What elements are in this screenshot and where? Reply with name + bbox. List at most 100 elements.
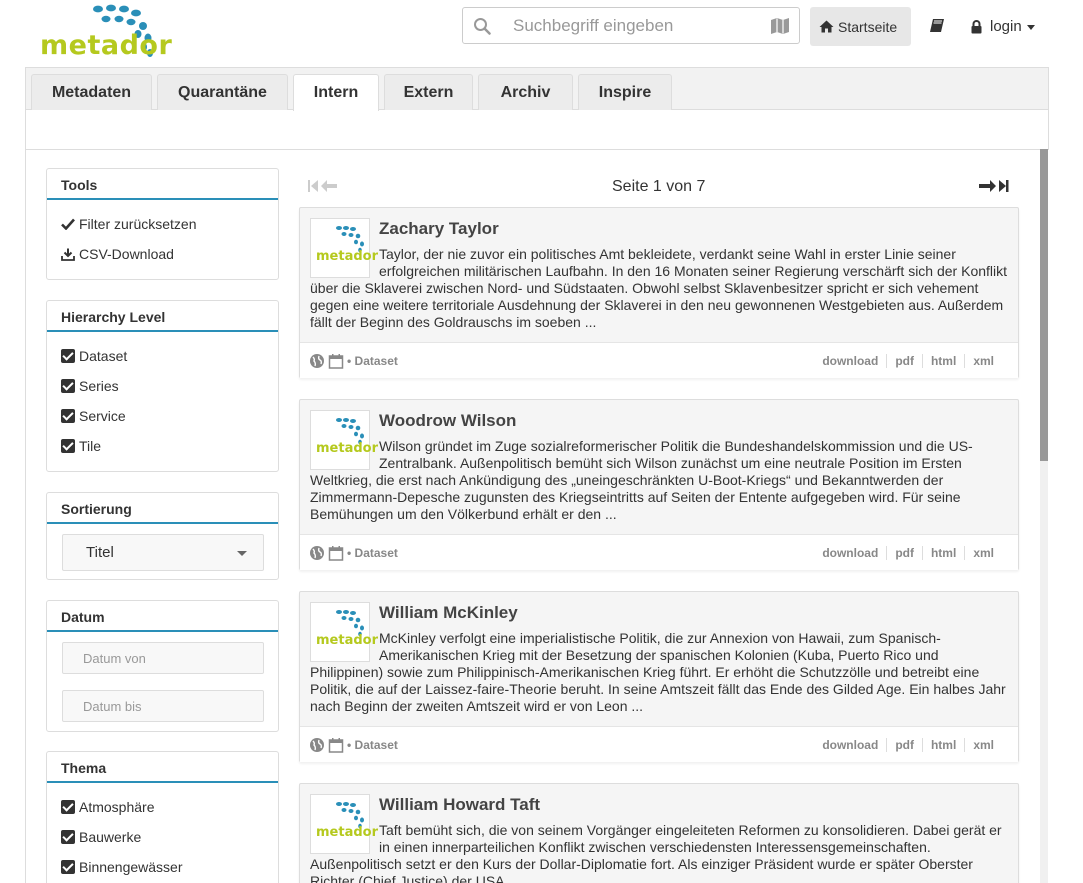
reset-filter-label: Filter zurücksetzen xyxy=(79,216,197,232)
html-link[interactable]: html xyxy=(921,738,964,752)
search-box xyxy=(462,7,800,44)
download-link[interactable]: download xyxy=(814,738,886,752)
result-type: • Dataset xyxy=(347,738,398,752)
checkbox-checked[interactable] xyxy=(61,409,75,423)
globe-icon[interactable] xyxy=(309,737,325,753)
tab-bar: Metadaten Quarantäne Intern Extern Archi… xyxy=(26,68,1048,111)
result-description: Taylor, der nie zuvor ein politisches Am… xyxy=(310,246,1008,330)
result-description: Wilson gründet im Zuge sozialreformerisc… xyxy=(310,438,973,522)
tab-archiv[interactable]: Archiv xyxy=(478,74,573,110)
result-title[interactable]: Zachary Taylor xyxy=(379,219,499,239)
sort-select[interactable]: Titel xyxy=(62,534,264,571)
prev-page-icon[interactable] xyxy=(321,180,337,192)
pager-next-group xyxy=(978,179,1010,198)
option-label: Tile xyxy=(79,438,102,454)
lock-icon xyxy=(971,19,982,33)
calendar-icon[interactable] xyxy=(328,545,344,561)
chevron-down-icon xyxy=(237,551,247,556)
metador-logo[interactable]: metador xyxy=(40,4,172,62)
csv-download-link[interactable]: CSV-Download xyxy=(61,246,174,262)
download-link[interactable]: download xyxy=(814,546,886,560)
globe-icon[interactable] xyxy=(309,353,325,369)
chevron-down-icon xyxy=(1026,25,1035,30)
first-page-icon[interactable] xyxy=(308,180,318,192)
tab-panel: Metadaten Quarantäne Intern Extern Archi… xyxy=(25,67,1049,150)
result-card: metador Woodrow Wilson Wilson gründet im… xyxy=(299,399,1019,570)
pdf-link[interactable]: pdf xyxy=(886,354,922,368)
xml-link[interactable]: xml xyxy=(964,354,1002,368)
calendar-icon[interactable] xyxy=(328,737,344,753)
tools-title: Tools xyxy=(47,169,278,200)
calendar-icon[interactable] xyxy=(328,353,344,369)
pager-text: Seite 1 von 7 xyxy=(612,178,706,195)
result-card: metador William Howard Taft Taft bemüht … xyxy=(299,783,1019,883)
tab-quarantaene[interactable]: Quarantäne xyxy=(157,74,288,110)
search-input[interactable] xyxy=(513,10,763,41)
checkbox-checked[interactable] xyxy=(61,830,75,844)
reset-filter-link[interactable]: Filter zurücksetzen xyxy=(61,216,196,232)
hierarchy-option-dataset[interactable]: Dataset xyxy=(61,348,127,364)
option-label: Binnengewässer xyxy=(79,859,183,875)
result-card: metador Zachary Taylor Taylor, der nie z… xyxy=(299,207,1019,378)
tab-metadaten[interactable]: Metadaten xyxy=(31,74,152,110)
checkbox-checked[interactable] xyxy=(61,379,75,393)
theme-title: Thema xyxy=(47,752,278,783)
login-dropdown[interactable]: login xyxy=(971,18,1035,35)
book-icon[interactable] xyxy=(929,18,945,34)
option-label: Service xyxy=(79,408,126,424)
hierarchy-option-tile[interactable]: Tile xyxy=(61,438,101,454)
date-to-input[interactable]: Datum bis xyxy=(62,690,264,722)
hierarchy-option-service[interactable]: Service xyxy=(61,408,126,424)
result-description: Taft bemüht sich, die von seinem Vorgäng… xyxy=(310,822,1002,883)
date-from-input[interactable]: Datum von xyxy=(62,642,264,674)
theme-option-atmosphaere[interactable]: Atmosphäre xyxy=(61,799,154,815)
home-icon xyxy=(819,20,834,33)
home-button[interactable]: Startseite xyxy=(810,7,911,46)
next-page-icon[interactable] xyxy=(979,180,996,192)
result-description: McKinley verfolgt eine imperialistische … xyxy=(310,630,1006,714)
globe-icon[interactable] xyxy=(309,545,325,561)
scrollbar[interactable] xyxy=(1040,149,1048,883)
result-type: • Dataset xyxy=(347,354,398,368)
option-label: Bauwerke xyxy=(79,829,142,845)
xml-link[interactable]: xml xyxy=(964,546,1002,560)
html-link[interactable]: html xyxy=(921,354,964,368)
date-title: Datum xyxy=(47,601,278,632)
result-footer: • Dataset download pdf html xml xyxy=(300,534,1018,570)
theme-option-bauwerke[interactable]: Bauwerke xyxy=(61,829,141,845)
pdf-link[interactable]: pdf xyxy=(886,546,922,560)
download-link[interactable]: download xyxy=(814,354,886,368)
search-icon[interactable] xyxy=(473,17,491,35)
xml-link[interactable]: xml xyxy=(964,738,1002,752)
last-page-icon[interactable] xyxy=(999,180,1009,192)
hierarchy-panel: Hierarchy Level Dataset Series Service T… xyxy=(46,300,279,472)
download-icon xyxy=(61,248,75,261)
tab-extern[interactable]: Extern xyxy=(384,74,473,110)
map-icon[interactable] xyxy=(770,17,790,35)
html-link[interactable]: html xyxy=(921,546,964,560)
scrollbar-thumb[interactable] xyxy=(1040,149,1048,461)
check-icon xyxy=(61,218,75,230)
pager-prev-group xyxy=(307,179,339,198)
hierarchy-option-series[interactable]: Series xyxy=(61,378,119,394)
login-label: login xyxy=(990,18,1022,35)
result-title[interactable]: Woodrow Wilson xyxy=(379,411,516,431)
checkbox-checked[interactable] xyxy=(61,349,75,363)
result-title[interactable]: William Howard Taft xyxy=(379,795,540,815)
pdf-link[interactable]: pdf xyxy=(886,738,922,752)
checkbox-checked[interactable] xyxy=(61,800,75,814)
tab-intern[interactable]: Intern xyxy=(293,74,379,111)
home-label: Startseite xyxy=(838,18,898,35)
theme-option-binnengewaesser[interactable]: Binnengewässer xyxy=(61,859,183,875)
tab-inspire[interactable]: Inspire xyxy=(578,74,672,110)
hierarchy-title: Hierarchy Level xyxy=(47,301,278,332)
result-title[interactable]: William McKinley xyxy=(379,603,518,623)
checkbox-checked[interactable] xyxy=(61,860,75,874)
checkbox-checked[interactable] xyxy=(61,439,75,453)
csv-download-label: CSV-Download xyxy=(79,246,174,262)
option-label: Dataset xyxy=(79,348,128,364)
theme-panel: Thema Atmosphäre Bauwerke Binnengewässer xyxy=(46,751,279,883)
logo-wordmark: metador xyxy=(40,30,173,61)
result-card: metador William McKinley McKinley verfol… xyxy=(299,591,1019,762)
tools-panel: Tools Filter zurücksetzen CSV-Download xyxy=(46,168,279,280)
